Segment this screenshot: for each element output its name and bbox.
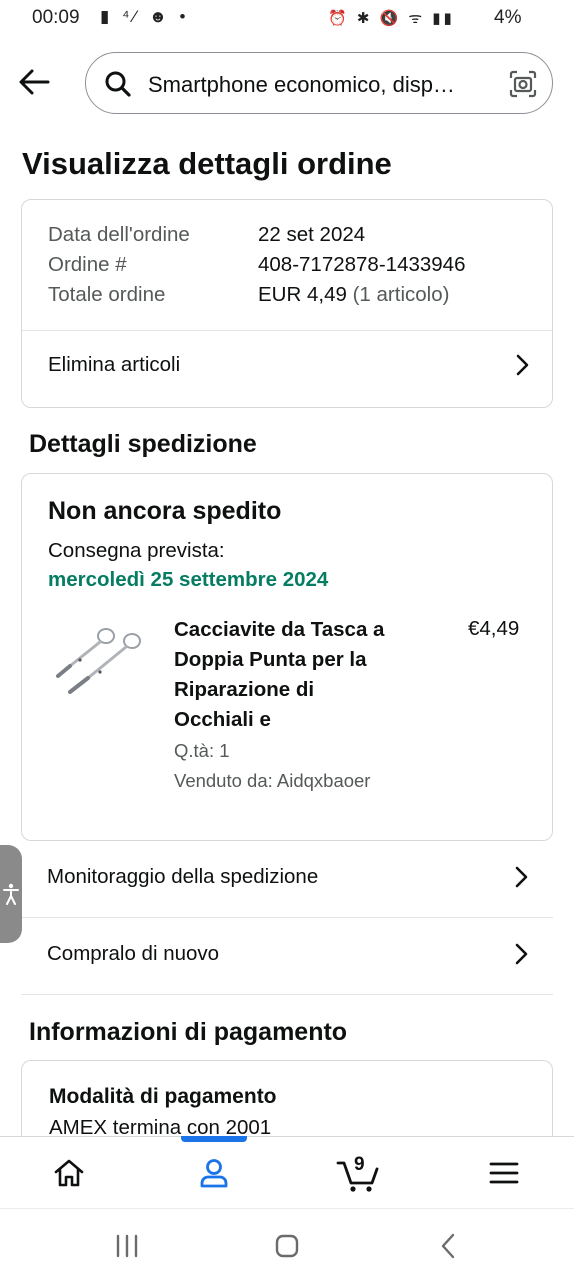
back-button[interactable] bbox=[14, 62, 54, 102]
shipping-section-title: Dettagli spedizione bbox=[29, 430, 257, 458]
back-nav-icon[interactable] bbox=[438, 1233, 458, 1259]
shipment-status: Non ancora spedito bbox=[48, 497, 282, 525]
battery-level: 4% bbox=[494, 7, 522, 28]
bottom-nav: 9 bbox=[0, 1136, 574, 1209]
delivery-label: Consegna prevista: bbox=[48, 539, 225, 562]
arrow-left-icon bbox=[19, 69, 50, 95]
account-icon bbox=[200, 1159, 228, 1188]
accessibility-icon bbox=[3, 883, 19, 905]
search-input[interactable]: Smartphone economico, disp… bbox=[148, 72, 493, 98]
divider bbox=[21, 994, 553, 995]
system-status-icons: ⏰ ✱ 🔇 ᯤ ▮▮ bbox=[328, 10, 455, 27]
system-nav-bar bbox=[0, 1208, 574, 1281]
product-title-line: Riparazione di bbox=[174, 678, 315, 701]
order-date-value: 22 set 2024 bbox=[258, 223, 366, 246]
track-shipment-label: Monitoraggio della spedizione bbox=[47, 865, 319, 888]
payment-section-title: Informazioni di pagamento bbox=[29, 1018, 348, 1046]
home-button-icon[interactable] bbox=[274, 1233, 300, 1259]
nav-account[interactable] bbox=[185, 1147, 243, 1199]
product-price: €4,49 bbox=[468, 617, 520, 640]
product-quantity: Q.tà: 1 bbox=[174, 740, 230, 761]
active-tab-indicator bbox=[181, 1136, 247, 1142]
delivery-date: mercoledì 25 settembre 2024 bbox=[48, 568, 329, 591]
chevron-right-icon bbox=[516, 354, 529, 376]
order-number-value: 408-7172878-1433946 bbox=[258, 253, 466, 276]
chevron-right-icon bbox=[515, 943, 528, 965]
accessibility-tab[interactable] bbox=[0, 845, 22, 943]
remove-items-row[interactable]: Elimina articoli bbox=[22, 331, 552, 407]
buy-again-label: Compralo di nuovo bbox=[47, 942, 220, 965]
recent-apps-icon[interactable] bbox=[114, 1234, 140, 1258]
product-title-line: Occhiali e bbox=[174, 708, 271, 731]
search-bar[interactable]: Smartphone economico, disp… bbox=[85, 52, 553, 114]
menu-icon bbox=[489, 1162, 519, 1184]
order-date-label: Data dell'ordine bbox=[48, 223, 190, 246]
order-total-amount: EUR 4,49 bbox=[258, 283, 347, 306]
product-seller: Venduto da: Aidqxbaoer bbox=[174, 770, 371, 791]
nav-home[interactable] bbox=[40, 1147, 98, 1199]
home-icon bbox=[54, 1159, 84, 1187]
buy-again-row[interactable]: Compralo di nuovo bbox=[21, 918, 553, 993]
notification-icons: ▮ ⁴⁄ ☻ • bbox=[100, 7, 190, 26]
order-number-label: Ordine # bbox=[48, 253, 127, 276]
camera-search-icon[interactable] bbox=[508, 69, 538, 99]
search-icon[interactable] bbox=[104, 70, 132, 98]
product-title-line: Cacciavite da Tasca a bbox=[174, 618, 385, 641]
order-total-value: EUR 4,49 (1 articolo) bbox=[258, 283, 449, 307]
status-bar: 00:09 ▮ ⁴⁄ ☻ • ⏰ ✱ 🔇 ᯤ ▮▮ 4% bbox=[0, 0, 574, 36]
product-title-line: Doppia Punta per la bbox=[174, 648, 367, 671]
product-title[interactable]: Cacciavite da Tasca a Doppia Punta per l… bbox=[174, 615, 434, 735]
order-summary-card: Data dell'ordine 22 set 2024 Ordine # 40… bbox=[21, 199, 553, 408]
product-image[interactable] bbox=[50, 622, 150, 702]
order-item-count: (1 articolo) bbox=[352, 283, 450, 306]
chevron-right-icon bbox=[515, 866, 528, 888]
page-title: Visualizza dettagli ordine bbox=[22, 146, 392, 181]
payment-method-title: Modalità di pagamento bbox=[49, 1085, 277, 1108]
nav-cart[interactable]: 9 bbox=[330, 1145, 388, 1201]
nav-menu[interactable] bbox=[475, 1147, 533, 1199]
status-time: 00:09 bbox=[32, 7, 80, 28]
cart-count: 9 bbox=[354, 1154, 365, 1175]
track-shipment-row[interactable]: Monitoraggio della spedizione bbox=[21, 842, 553, 917]
remove-items-label: Elimina articoli bbox=[48, 353, 181, 376]
order-total-label: Totale ordine bbox=[48, 283, 166, 306]
shipment-card: Non ancora spedito Consegna prevista: me… bbox=[21, 473, 553, 841]
